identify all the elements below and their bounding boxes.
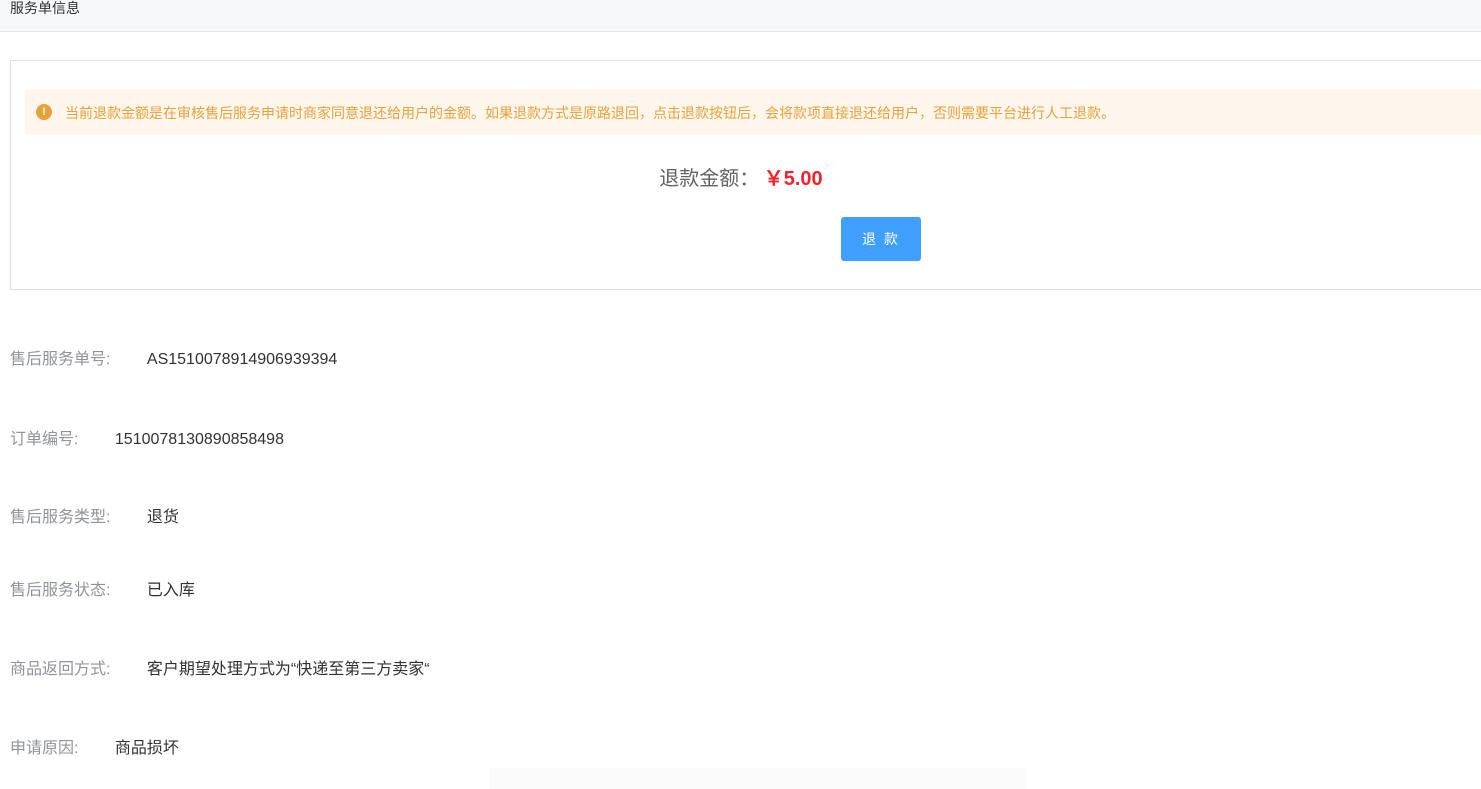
- reason-value: 商品损坏: [114, 740, 179, 757]
- service-type-label: 售后服务类型:: [10, 509, 111, 526]
- info-row-service-status: 售后服务状态: 已入库: [10, 576, 195, 600]
- info-row-reason: 申请原因: 商品损坏: [10, 734, 179, 758]
- notice-text: 当前退款金额是在审核售后服务申请时商家同意退还给用户的金额。如果退款方式是原路退…: [65, 105, 1115, 121]
- page-header: 服务单信息: [0, 0, 1481, 32]
- warning-icon: !: [36, 104, 52, 120]
- order-no-label: 订单编号:: [10, 431, 79, 448]
- info-row-return-method: 商品返回方式: 客户期望处理方式为“快递至第三方卖家“: [10, 655, 430, 679]
- refund-amount-label: 退款金额：: [659, 168, 760, 190]
- info-row-service-no: 售后服务单号: AS1510078914906939394: [10, 345, 337, 369]
- refund-notice: ! 当前退款金额是在审核售后服务申请时商家同意退还给用户的金额。如果退款方式是原…: [25, 89, 1481, 135]
- return-method-value: 客户期望处理方式为“快递至第三方卖家“: [146, 661, 430, 678]
- refund-button[interactable]: 退 款: [841, 217, 921, 261]
- service-no-value: AS1510078914906939394: [146, 351, 338, 368]
- refund-amount-row: 退款金额： ￥5.00: [11, 162, 1471, 191]
- info-row-service-type: 售后服务类型: 退货: [10, 503, 179, 527]
- footer-bar: [490, 768, 1026, 789]
- page-title: 服务单信息: [10, 0, 80, 16]
- service-status-label: 售后服务状态:: [10, 582, 111, 599]
- service-status-value: 已入库: [146, 582, 195, 599]
- refund-panel: ! 当前退款金额是在审核售后服务申请时商家同意退还给用户的金额。如果退款方式是原…: [10, 60, 1481, 290]
- reason-label: 申请原因:: [10, 740, 79, 757]
- service-no-label: 售后服务单号:: [10, 351, 111, 368]
- info-row-order-no: 订单编号: 1510078130890858498: [10, 425, 284, 449]
- return-method-label: 商品返回方式:: [10, 661, 111, 678]
- refund-amount-value: ￥5.00: [763, 168, 823, 190]
- order-no-value: 1510078130890858498: [114, 431, 284, 448]
- service-type-value: 退货: [146, 509, 179, 526]
